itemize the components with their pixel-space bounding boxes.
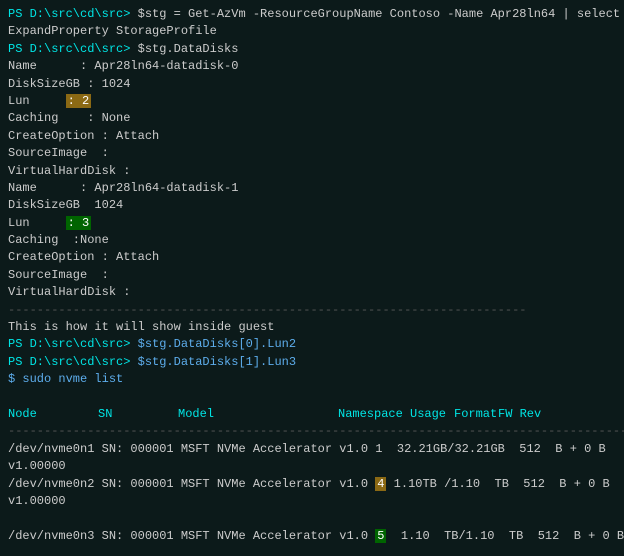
nvme-row-2b: v1.00000 [8, 493, 616, 510]
line-11: Caching :None [8, 232, 616, 249]
line-lun2: Lun : 3 [8, 215, 616, 232]
blank-2 [8, 510, 616, 527]
line-1: PS D:\src\cd\src> $stg = Get-AzVm -Resou… [8, 6, 616, 23]
line-14: VirtualHardDisk : [8, 284, 616, 301]
line-lun2-cmd: PS D:\src\cd\src> $stg.DataDisks[0].Lun2 [8, 336, 616, 353]
prompt-2: PS D:\src\cd\src> [8, 42, 138, 56]
line-1b: ExpandProperty StorageProfile [8, 23, 616, 40]
nvme-row-3: /dev/nvme0n3 SN: 000001 MSFT NVMe Accele… [8, 528, 616, 545]
line-3: Name : Apr28ln64-datadisk-0 [8, 58, 616, 75]
line-nvme-cmd: $ sudo nvme list [8, 371, 616, 388]
line-lun3-cmd: PS D:\src\cd\src> $stg.DataDisks[1].Lun3 [8, 354, 616, 371]
line-6: CreateOption : Attach [8, 128, 616, 145]
nvme-row-1: /dev/nvme0n1 SN: 000001 MSFT NVMe Accele… [8, 441, 616, 458]
cmd-text: $stg = Get-AzVm -ResourceGroupName Conto… [138, 7, 624, 21]
cmd-text-cont: ExpandProperty StorageProfile [8, 24, 217, 38]
nvme-row-1b: v1.00000 [8, 458, 616, 475]
line-9: Name : Apr28ln64-datadisk-1 [8, 180, 616, 197]
lun-badge-2: : 3 [66, 216, 92, 230]
lun-badge-1: : 2 [66, 94, 92, 108]
separator-line: ----------------------------------------… [8, 302, 616, 319]
line-10: DiskSizeGB 1024 [8, 197, 616, 214]
cmd-2: $stg.DataDisks [138, 42, 239, 56]
ns-badge-3: 5 [375, 529, 386, 543]
line-8: VirtualHardDisk : [8, 163, 616, 180]
nvme-row-2: /dev/nvme0n2 SN: 000001 MSFT NVMe Accele… [8, 476, 616, 493]
table-sep-line: ----------------------------------------… [8, 423, 616, 440]
info-line: This is how it will show inside guest [8, 319, 616, 336]
line-12: CreateOption : Attach [8, 249, 616, 266]
line-2: PS D:\src\cd\src> $stg.DataDisks [8, 41, 616, 58]
line-7: SourceImage : [8, 145, 616, 162]
terminal-window: PS D:\src\cd\src> $stg = Get-AzVm -Resou… [0, 0, 624, 556]
line-5: Caching : None [8, 110, 616, 127]
ns-badge-2: 4 [375, 477, 386, 491]
line-lun1: Lun : 2 [8, 93, 616, 110]
table-header-row: NodeSNModelNamespaceUsageFormatFW Rev [8, 406, 616, 423]
line-13: SourceImage : [8, 267, 616, 284]
blank-1 [8, 389, 616, 406]
line-4: DiskSizeGB : 1024 [8, 76, 616, 93]
prompt: PS D:\src\cd\src> [8, 7, 138, 21]
